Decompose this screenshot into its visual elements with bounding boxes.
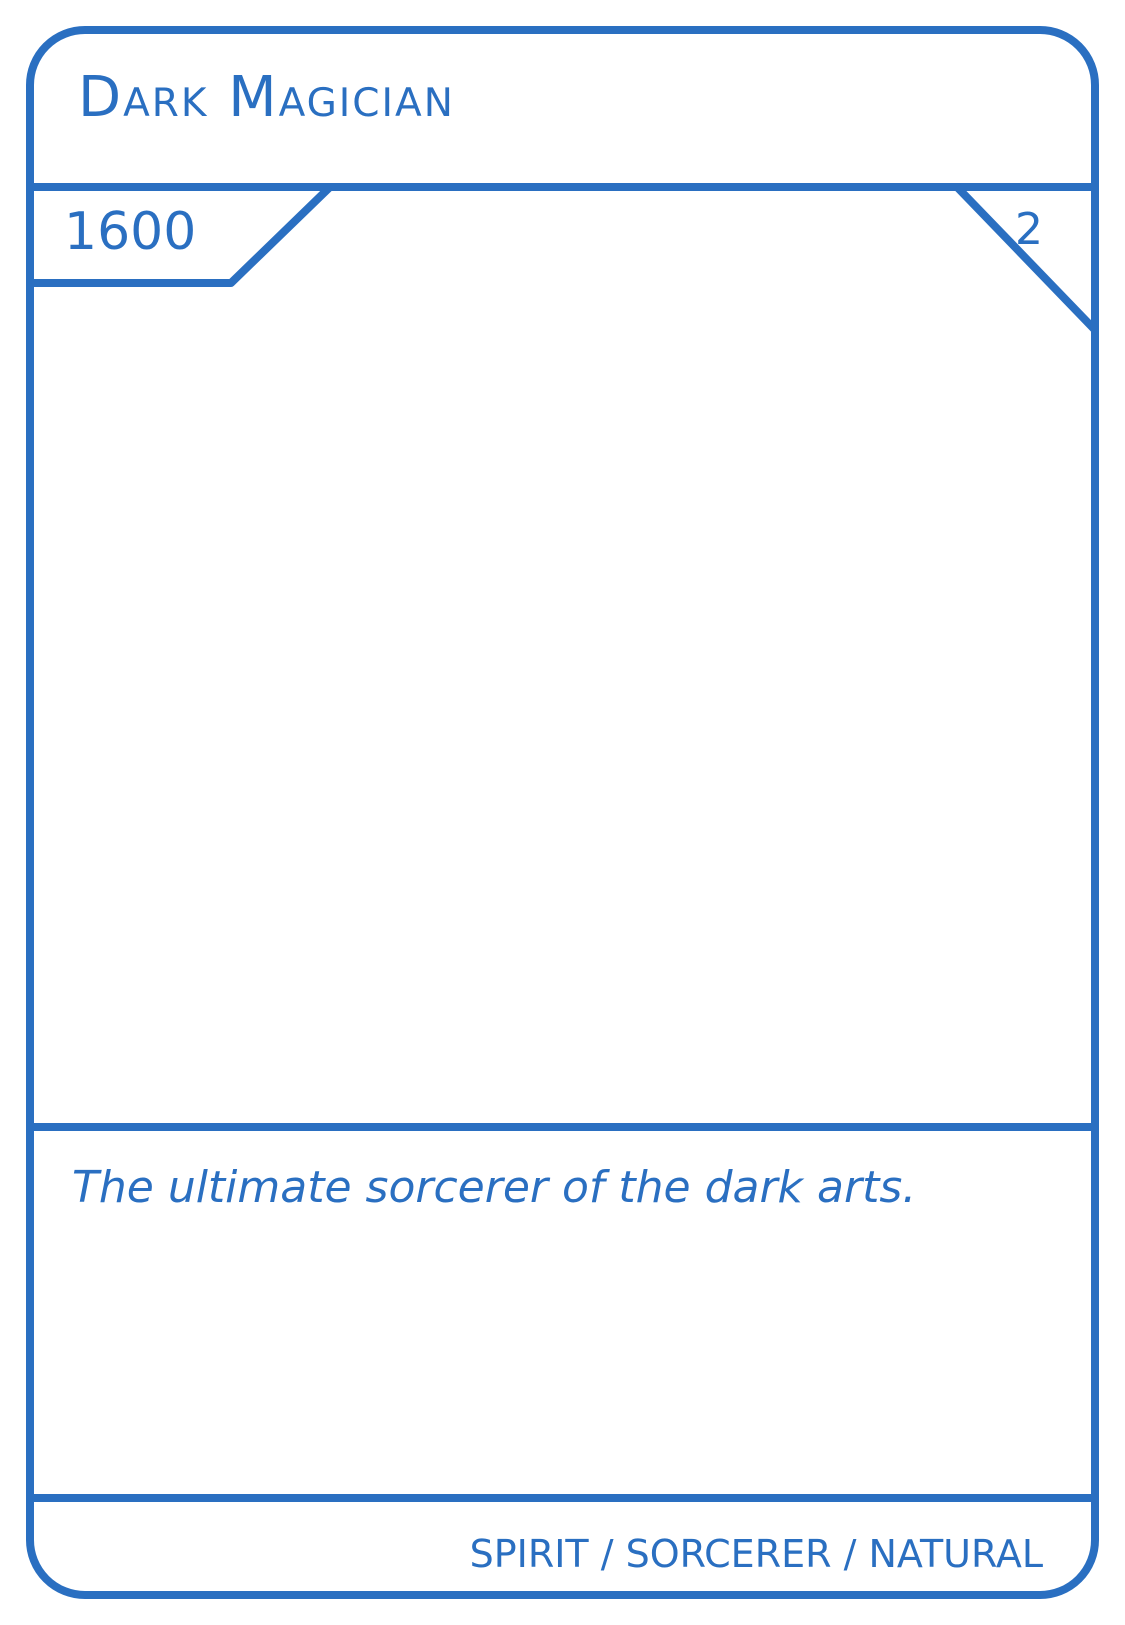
card-border	[26, 26, 1099, 1599]
card-types: SPIRIT / SORCERER / NATURAL	[469, 1532, 1043, 1576]
card-flavor-text: The ultimate sorcerer of the dark arts.	[72, 1162, 917, 1213]
card-level: 2	[1015, 204, 1043, 255]
card-power: 1600	[64, 202, 197, 262]
card-title: Dark Magician	[78, 65, 455, 130]
